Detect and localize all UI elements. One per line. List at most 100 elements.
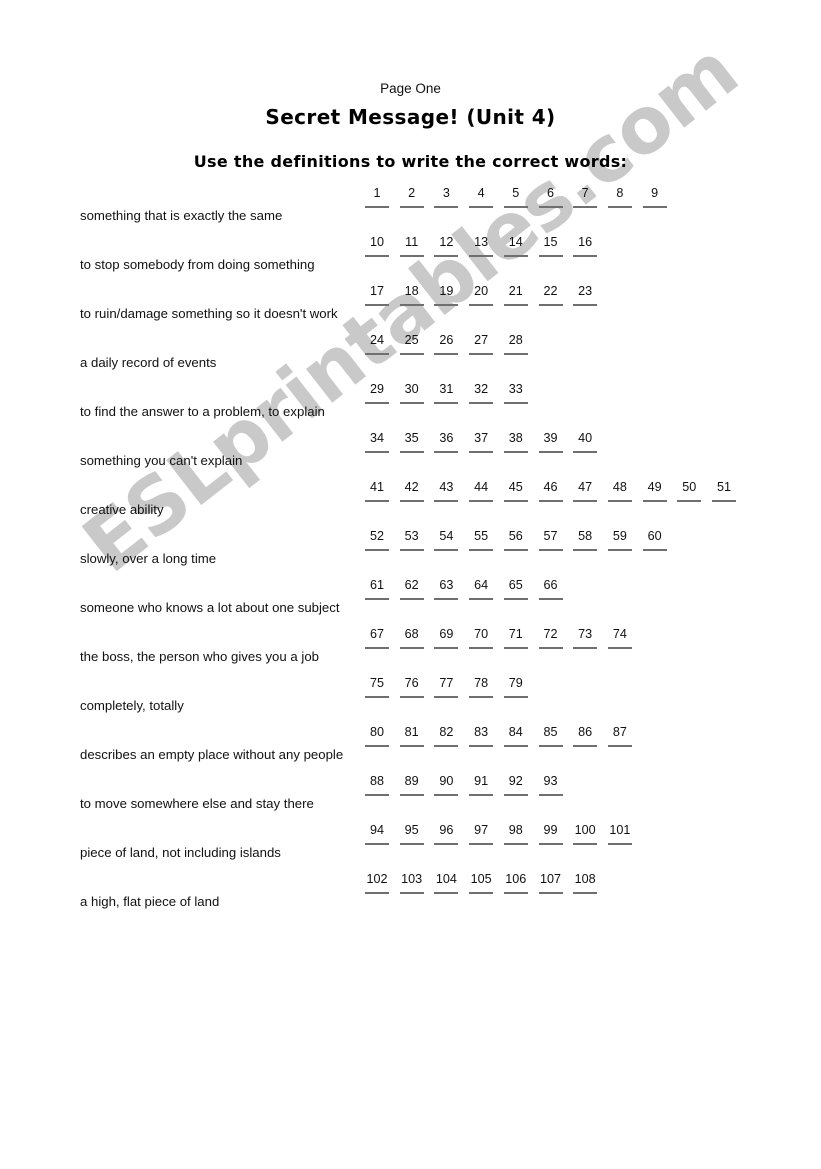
answer-blank-line[interactable] bbox=[503, 206, 528, 208]
answer-slot[interactable]: 49 bbox=[640, 480, 670, 502]
answer-blank-line[interactable] bbox=[434, 451, 459, 453]
answer-slot[interactable]: 72 bbox=[536, 627, 566, 649]
answer-slot[interactable]: 57 bbox=[536, 529, 566, 551]
answer-slot[interactable]: 40 bbox=[570, 431, 600, 453]
answer-blank-line[interactable] bbox=[434, 402, 459, 404]
answer-slot[interactable]: 102 bbox=[362, 872, 392, 894]
answer-blank-line[interactable] bbox=[399, 696, 424, 698]
answer-slot[interactable]: 52 bbox=[362, 529, 392, 551]
answer-blank-line[interactable] bbox=[642, 549, 667, 551]
answer-blank-line[interactable] bbox=[469, 794, 494, 796]
answer-slot[interactable]: 58 bbox=[570, 529, 600, 551]
answer-slot[interactable]: 106 bbox=[501, 872, 531, 894]
answer-blank-line[interactable] bbox=[365, 647, 389, 649]
answer-blank-line[interactable] bbox=[573, 451, 598, 453]
answer-slot[interactable]: 32 bbox=[466, 382, 496, 404]
answer-blank-line[interactable] bbox=[399, 353, 424, 355]
answer-slot[interactable]: 71 bbox=[501, 627, 531, 649]
answer-blank-line[interactable] bbox=[607, 500, 632, 502]
answer-blank-line[interactable] bbox=[503, 794, 528, 796]
answer-blank-line[interactable] bbox=[399, 745, 424, 747]
answer-blank-line[interactable] bbox=[365, 843, 389, 845]
answer-blank-line[interactable] bbox=[399, 451, 424, 453]
answer-slot[interactable]: 31 bbox=[431, 382, 461, 404]
answer-blank-line[interactable] bbox=[573, 647, 598, 649]
answer-slot[interactable]: 107 bbox=[536, 872, 566, 894]
answer-slot[interactable]: 53 bbox=[397, 529, 427, 551]
answer-blank-line[interactable] bbox=[538, 598, 563, 600]
answer-blank-line[interactable] bbox=[399, 500, 424, 502]
answer-slot[interactable]: 69 bbox=[431, 627, 461, 649]
answer-blank-line[interactable] bbox=[434, 549, 459, 551]
answer-blank-line[interactable] bbox=[469, 598, 494, 600]
answer-blank-line[interactable] bbox=[365, 696, 389, 698]
answer-blank-line[interactable] bbox=[503, 745, 528, 747]
answer-slot[interactable]: 42 bbox=[397, 480, 427, 502]
answer-blank-line[interactable] bbox=[503, 549, 528, 551]
answer-blank-line[interactable] bbox=[434, 696, 459, 698]
answer-slot[interactable]: 16 bbox=[570, 235, 600, 257]
answer-blank-line[interactable] bbox=[573, 206, 598, 208]
answer-blank-line[interactable] bbox=[538, 206, 563, 208]
answer-blank-line[interactable] bbox=[399, 402, 424, 404]
answer-slot[interactable]: 60 bbox=[640, 529, 670, 551]
answer-slot[interactable]: 29 bbox=[362, 382, 392, 404]
answer-blank-line[interactable] bbox=[503, 892, 528, 894]
answer-slot[interactable]: 94 bbox=[362, 823, 392, 845]
answer-slot[interactable]: 96 bbox=[431, 823, 461, 845]
answer-blank-line[interactable] bbox=[607, 206, 632, 208]
answer-slot[interactable]: 27 bbox=[466, 333, 496, 355]
answer-slot[interactable]: 25 bbox=[397, 333, 427, 355]
answer-slot[interactable]: 86 bbox=[570, 725, 600, 747]
answer-slot[interactable]: 54 bbox=[431, 529, 461, 551]
answer-blank-line[interactable] bbox=[538, 255, 563, 257]
answer-slot[interactable]: 82 bbox=[431, 725, 461, 747]
answer-blank-line[interactable] bbox=[434, 353, 459, 355]
answer-slot[interactable]: 5 bbox=[501, 186, 531, 208]
answer-slot[interactable]: 80 bbox=[362, 725, 392, 747]
answer-blank-line[interactable] bbox=[503, 500, 528, 502]
answer-slot[interactable]: 2 bbox=[397, 186, 427, 208]
answer-slot[interactable]: 67 bbox=[362, 627, 392, 649]
answer-slot[interactable]: 103 bbox=[397, 872, 427, 894]
answer-slot[interactable]: 47 bbox=[570, 480, 600, 502]
answer-slot[interactable]: 97 bbox=[466, 823, 496, 845]
answer-slot[interactable]: 10 bbox=[362, 235, 392, 257]
answer-slot[interactable]: 33 bbox=[501, 382, 531, 404]
answer-slot[interactable]: 84 bbox=[501, 725, 531, 747]
answer-blank-line[interactable] bbox=[642, 500, 667, 502]
answer-blank-line[interactable] bbox=[365, 353, 389, 355]
answer-slot[interactable]: 36 bbox=[431, 431, 461, 453]
answer-slot[interactable]: 105 bbox=[466, 872, 496, 894]
answer-blank-line[interactable] bbox=[503, 647, 528, 649]
answer-slot[interactable]: 1 bbox=[362, 186, 392, 208]
answer-blank-line[interactable] bbox=[399, 794, 424, 796]
answer-blank-line[interactable] bbox=[434, 304, 459, 306]
answer-blank-line[interactable] bbox=[365, 206, 389, 208]
answer-slot[interactable]: 11 bbox=[397, 235, 427, 257]
answer-slot[interactable]: 61 bbox=[362, 578, 392, 600]
answer-blank-line[interactable] bbox=[503, 843, 528, 845]
answer-slot[interactable]: 63 bbox=[431, 578, 461, 600]
answer-slot[interactable]: 75 bbox=[362, 676, 392, 698]
answer-blank-line[interactable] bbox=[538, 500, 563, 502]
answer-slot[interactable]: 48 bbox=[605, 480, 635, 502]
answer-slot[interactable]: 56 bbox=[501, 529, 531, 551]
answer-blank-line[interactable] bbox=[607, 745, 632, 747]
answer-blank-line[interactable] bbox=[399, 255, 424, 257]
answer-slot[interactable]: 6 bbox=[536, 186, 566, 208]
answer-slot[interactable]: 65 bbox=[501, 578, 531, 600]
answer-slot[interactable]: 98 bbox=[501, 823, 531, 845]
answer-slot[interactable]: 95 bbox=[397, 823, 427, 845]
answer-blank-line[interactable] bbox=[469, 451, 494, 453]
answer-blank-line[interactable] bbox=[434, 794, 459, 796]
answer-blank-line[interactable] bbox=[434, 598, 459, 600]
answer-slot[interactable]: 21 bbox=[501, 284, 531, 306]
answer-slot[interactable]: 51 bbox=[709, 480, 739, 502]
answer-blank-line[interactable] bbox=[365, 794, 389, 796]
answer-slot[interactable]: 64 bbox=[466, 578, 496, 600]
answer-slot[interactable]: 46 bbox=[536, 480, 566, 502]
answer-slot[interactable]: 104 bbox=[431, 872, 461, 894]
answer-slot[interactable]: 9 bbox=[640, 186, 670, 208]
answer-blank-line[interactable] bbox=[365, 892, 389, 894]
